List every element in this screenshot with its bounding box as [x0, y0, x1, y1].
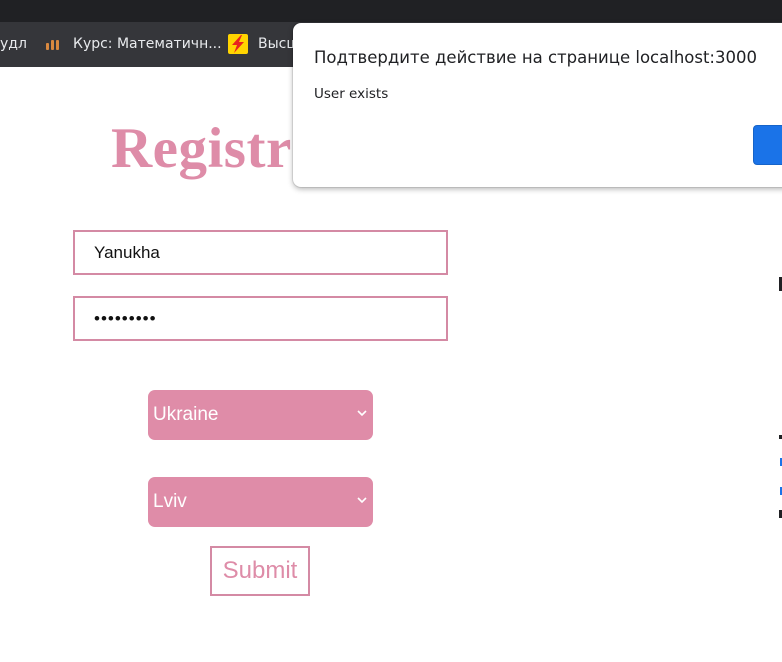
moodle-icon	[44, 36, 64, 52]
country-select-value: Ukraine	[153, 404, 219, 425]
password-input[interactable]: •••••••••	[73, 296, 448, 341]
bookmark-label: удл	[0, 36, 27, 52]
dialog-message: User exists	[314, 86, 389, 102]
dialog-title: Подтвердите действие на странице localho…	[314, 48, 757, 67]
bookmark-item[interactable]: удл	[0, 34, 27, 54]
chevron-down-icon	[357, 497, 367, 504]
bookmark-item-moodle[interactable]: Курс: Математичн...	[44, 34, 222, 54]
page-title: Registra	[111, 117, 321, 180]
city-select[interactable]: Lviv	[148, 477, 373, 527]
city-select-value: Lviv	[153, 491, 187, 512]
bookmark-item-vyssh[interactable]: Высш	[228, 34, 299, 54]
confirm-dialog: Подтвердите действие на странице localho…	[293, 23, 782, 187]
lightning-icon	[228, 34, 248, 54]
browser-tab-strip	[0, 0, 782, 22]
submit-button[interactable]: Submit	[210, 546, 310, 596]
chevron-down-icon	[357, 410, 367, 417]
dialog-ok-button[interactable]	[753, 125, 782, 165]
bookmark-label: Курс: Математичн...	[73, 36, 222, 52]
country-select[interactable]: Ukraine	[148, 390, 373, 440]
username-input[interactable]: Yanukha	[73, 230, 448, 275]
